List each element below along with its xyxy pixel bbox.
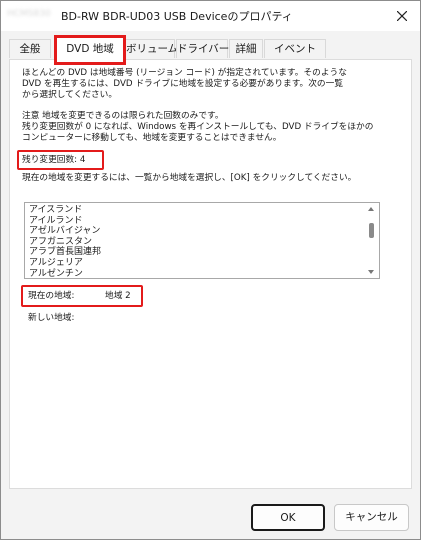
tab-general[interactable]: 全般: [9, 39, 51, 58]
close-button[interactable]: [385, 1, 419, 31]
list-item[interactable]: アルゼンチン: [29, 269, 101, 278]
notice-text-line: 残り変更回数が 0 になれば、Windows を再インストールしても、DVD ド…: [22, 122, 374, 132]
cancel-button[interactable]: キャンセル: [334, 504, 409, 531]
list-item[interactable]: アイスランド: [29, 205, 101, 216]
tab-details[interactable]: 詳細: [229, 39, 263, 58]
title-bar: HCMS830 BD-RW BDR-UD03 USB Deviceのプロパティ: [1, 1, 420, 31]
notice-text-line: コンピューターに移動しても、地域を変更することはできません。: [22, 133, 282, 143]
remaining-changes-label: 残り変更回数:: [22, 155, 78, 165]
list-item[interactable]: アゼルバイジャン: [29, 226, 101, 237]
tab-volume[interactable]: ボリューム: [125, 39, 178, 58]
tab-events[interactable]: イベント: [264, 39, 326, 58]
title-prefix-blurred: HCMS830: [7, 9, 51, 19]
current-region-value: 地域 2: [105, 291, 131, 301]
current-region-label: 現在の地域:: [28, 291, 75, 301]
close-icon: [397, 11, 407, 21]
list-item[interactable]: アルジェリア: [29, 258, 101, 269]
region-listbox[interactable]: アイスランド アイルランド アゼルバイジャン アフガニスタン アラブ首長国連邦 …: [24, 202, 380, 279]
list-scrollbar[interactable]: [365, 203, 378, 278]
list-item[interactable]: アイルランド: [29, 216, 101, 227]
region-items: アイスランド アイルランド アゼルバイジャン アフガニスタン アラブ首長国連邦 …: [29, 205, 101, 278]
window-title: BD-RW BDR-UD03 USB Deviceのプロパティ: [61, 10, 293, 23]
scroll-down-arrow-icon[interactable]: [368, 270, 374, 274]
tab-dvd-region[interactable]: DVD 地域: [54, 35, 126, 65]
intro-text-line: から選択してください。: [22, 90, 118, 100]
intro-text-line: ほとんどの DVD は地域番号 (リージョン コード) が指定されています。その…: [22, 68, 347, 78]
notice-text-line: 注意 地域を変更できるのは限られた回数のみです。: [22, 111, 224, 121]
remaining-changes-value: 4: [79, 155, 86, 165]
remaining-changes: 残り変更回数: 4: [22, 155, 85, 166]
scrollbar-thumb[interactable]: [369, 223, 374, 238]
list-item[interactable]: アフガニスタン: [29, 237, 101, 248]
intro-text-line: DVD を再生するには、DVD ドライブに地域を設定する必要があります。次の一覧: [22, 79, 343, 89]
tab-strip: 全般 DVD 地域 ボリューム ドライバー 詳細 イベント: [1, 31, 420, 65]
ok-button[interactable]: OK: [251, 504, 325, 531]
properties-dialog: HCMS830 BD-RW BDR-UD03 USB Deviceのプロパティ …: [0, 0, 421, 540]
tab-driver[interactable]: ドライバー: [176, 39, 229, 58]
scroll-up-arrow-icon[interactable]: [368, 207, 374, 211]
dvd-region-panel: ほとんどの DVD は地域番号 (リージョン コード) が指定されています。その…: [9, 59, 412, 489]
list-item[interactable]: アラブ首長国連邦: [29, 247, 101, 258]
instruction-text: 現在の地域を変更するには、一覧から地域を選択し、[OK] をクリックしてください…: [22, 173, 357, 183]
new-region-label: 新しい地域:: [28, 313, 75, 323]
